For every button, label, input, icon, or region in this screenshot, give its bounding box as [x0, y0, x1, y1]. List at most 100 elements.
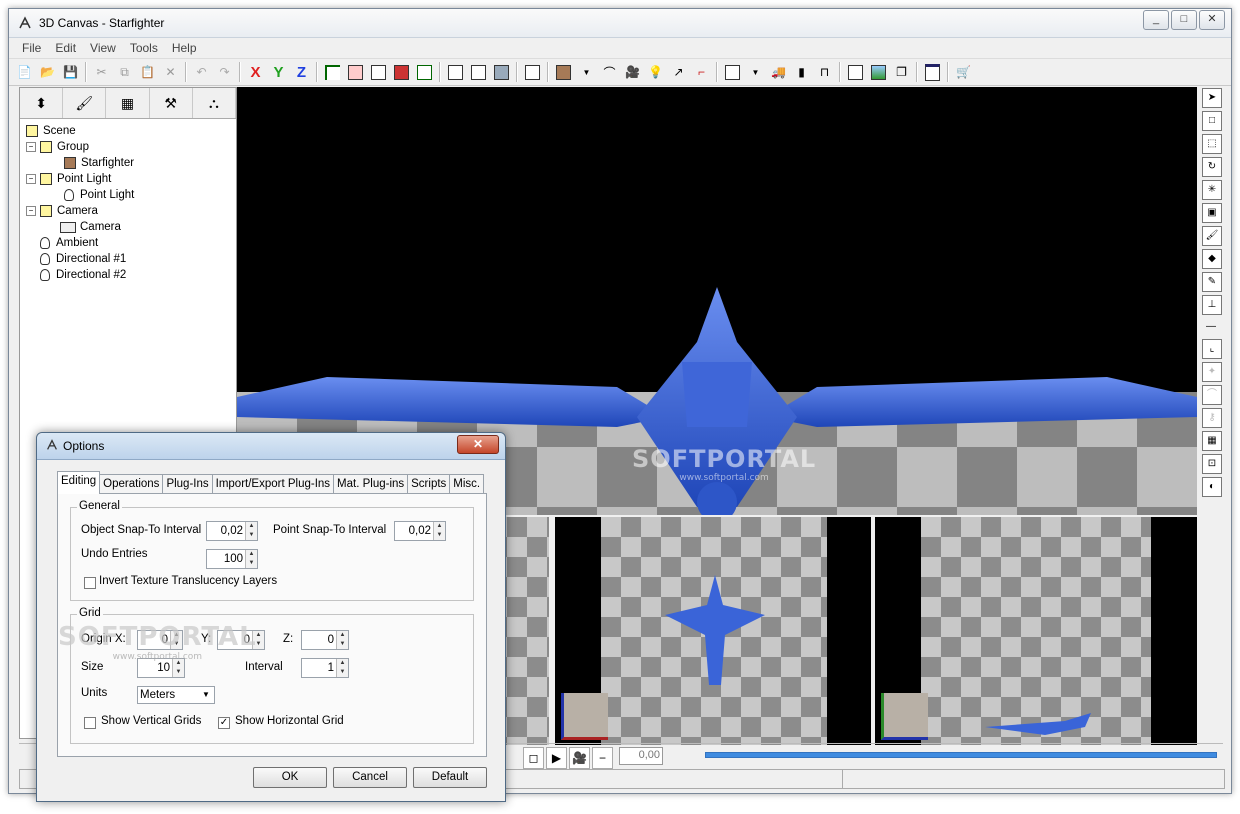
spin-arrows-icon[interactable]: ▲ ▼ — [336, 631, 348, 649]
cart-icon[interactable]: 🛒 — [954, 62, 973, 82]
ok-button[interactable]: OK — [253, 767, 327, 788]
tree-item-camera[interactable]: Camera — [26, 219, 236, 235]
view-perspective-icon[interactable] — [415, 62, 434, 82]
spin-arrows-icon[interactable]: ▲ ▼ — [433, 522, 445, 540]
cut-icon[interactable]: ✂ — [92, 62, 111, 82]
add-path-icon[interactable]: ↗ — [669, 62, 688, 82]
view-side-icon[interactable] — [346, 62, 365, 82]
timeline-slider[interactable] — [705, 752, 1217, 758]
invert-translucency-checkbox[interactable] — [84, 577, 96, 589]
object-snap-stepper[interactable]: 0,02 ▲ ▼ — [206, 521, 258, 541]
bend-icon[interactable]: ⌒ — [1202, 385, 1222, 405]
marquee-icon[interactable]: ⬚ — [1202, 134, 1222, 154]
axis-y-toggle[interactable]: Y — [269, 62, 288, 82]
brush-icon[interactable]: 🖌 — [1202, 226, 1222, 246]
texture-gallery-icon[interactable] — [846, 62, 865, 82]
axis-x-toggle[interactable]: X — [246, 62, 265, 82]
add-light-icon[interactable]: 💡 — [646, 62, 665, 82]
shaded-icon[interactable] — [492, 62, 511, 82]
tab-misc[interactable]: Misc. — [449, 474, 485, 494]
delete-icon[interactable]: ✕ — [161, 62, 180, 82]
layers-icon[interactable]: ❐ — [892, 62, 911, 82]
axis-snap-icon[interactable]: ⌞ — [1202, 339, 1222, 359]
collapse-icon[interactable]: − — [26, 142, 36, 152]
paint-bucket-icon[interactable]: ◆ — [1202, 249, 1222, 269]
open-folder-icon[interactable]: 📂 — [38, 62, 57, 82]
wireframe-icon[interactable] — [446, 62, 465, 82]
select-box-icon[interactable]: □ — [1202, 111, 1222, 131]
axis-z-toggle[interactable]: Z — [292, 62, 311, 82]
grid-interval-stepper[interactable]: 1 ▲ ▼ — [301, 658, 349, 678]
tree-item-ambient[interactable]: Ambient — [26, 235, 236, 251]
new-file-icon[interactable]: 📄 — [15, 62, 34, 82]
cancel-button[interactable]: Cancel — [333, 767, 407, 788]
menu-view[interactable]: View — [83, 41, 123, 55]
view-solid-icon[interactable] — [392, 62, 411, 82]
axes-icon[interactable]: ⌐ — [692, 62, 711, 82]
tree-item-directional-1[interactable]: Directional #1 — [26, 251, 236, 267]
landscape-icon[interactable] — [869, 62, 888, 82]
move-tab-icon[interactable]: ⬍ — [20, 88, 64, 118]
add-camera-icon[interactable]: 🎥 — [623, 62, 642, 82]
hierarchy-tab-icon[interactable]: ⛬ — [193, 88, 237, 118]
point-snap-stepper[interactable]: 0,02 ▲ ▼ — [394, 521, 446, 541]
show-horizontal-grid-checkbox[interactable]: ✓ — [218, 717, 230, 729]
menu-edit[interactable]: Edit — [48, 41, 83, 55]
arch-icon[interactable]: ⊓ — [815, 62, 834, 82]
stop-icon[interactable]: ◻ — [523, 747, 544, 769]
key-icon[interactable]: ⚷ — [1202, 408, 1222, 428]
truck-icon[interactable]: 🚚 — [769, 62, 788, 82]
tree-item-scene[interactable]: Scene — [26, 123, 236, 139]
spin-arrows-icon[interactable]: ▲ ▼ — [336, 659, 348, 677]
maximize-button[interactable]: □ — [1171, 10, 1197, 30]
tree-item-directional-2[interactable]: Directional #2 — [26, 267, 236, 283]
close-button[interactable]: ✕ — [1199, 10, 1225, 30]
tree-item-point-light[interactable]: Point Light — [26, 187, 236, 203]
view-grid-icon[interactable] — [369, 62, 388, 82]
menu-help[interactable]: Help — [165, 41, 204, 55]
objects-tab-icon[interactable]: ▦ — [106, 88, 150, 118]
tab-mat-plug-ins[interactable]: Mat. Plug-ins — [333, 474, 409, 494]
spin-arrows-icon[interactable]: ▲ ▼ — [245, 522, 257, 540]
minimize-button[interactable]: _ — [1143, 10, 1169, 30]
copy-icon[interactable]: ⧉ — [115, 62, 134, 82]
units-select[interactable]: Meters ▼ — [137, 686, 215, 704]
collapse-icon[interactable]: − — [26, 174, 36, 184]
collapse-icon[interactable]: − — [26, 206, 36, 216]
side-viewport[interactable] — [875, 517, 1197, 745]
paint-tab-icon[interactable]: 🖌 — [63, 88, 107, 118]
tab-import-export[interactable]: Import/Export Plug-Ins — [211, 474, 335, 494]
default-button[interactable]: Default — [413, 767, 487, 788]
pivot-icon[interactable]: ◐ — [1202, 477, 1222, 497]
show-vertical-grids-checkbox[interactable] — [84, 717, 96, 729]
texture-map-icon[interactable]: ▦ — [1202, 431, 1222, 451]
rotate-icon[interactable]: ↻ — [1202, 157, 1222, 177]
tree-item-starfighter[interactable]: Starfighter — [26, 155, 236, 171]
menu-file[interactable]: File — [15, 41, 48, 55]
tab-scripts[interactable]: Scripts — [407, 474, 451, 494]
undo-icon[interactable]: ↶ — [192, 62, 211, 82]
view-front-icon[interactable] — [323, 62, 342, 82]
dialog-close-button[interactable]: ✕ — [457, 435, 499, 454]
front-viewport[interactable] — [555, 517, 871, 745]
redo-icon[interactable]: ↷ — [215, 62, 234, 82]
spin-arrows-icon[interactable]: ▲ ▼ — [245, 550, 257, 568]
tree-item-group[interactable]: − Group — [26, 139, 236, 155]
paste-icon[interactable]: 📋 — [138, 62, 157, 82]
select-arrow-icon[interactable]: ➤ — [1202, 88, 1222, 108]
time-value-input[interactable]: 0,00 — [619, 747, 663, 765]
add-cube-icon[interactable] — [554, 62, 573, 82]
tree-item-camera-group[interactable]: − Camera — [26, 203, 236, 219]
save-icon[interactable]: 💾 — [61, 62, 80, 82]
tab-operations[interactable]: Operations — [99, 474, 164, 494]
tab-editing[interactable]: Editing — [57, 471, 101, 494]
axis-move-icon[interactable]: ⊥ — [1202, 295, 1222, 315]
tree-item-point-light-group[interactable]: − Point Light — [26, 171, 236, 187]
add-curve-icon[interactable]: ⌒ — [600, 62, 619, 82]
figure-icon[interactable]: ✦ — [1202, 362, 1222, 382]
chevron-down-icon[interactable]: ▼ — [198, 687, 214, 703]
properties-icon[interactable] — [923, 62, 942, 82]
tools-tab-icon[interactable]: ⚒ — [150, 88, 193, 118]
undo-entries-stepper[interactable]: 100 ▲ ▼ — [206, 549, 258, 569]
texture-icon[interactable] — [469, 62, 488, 82]
